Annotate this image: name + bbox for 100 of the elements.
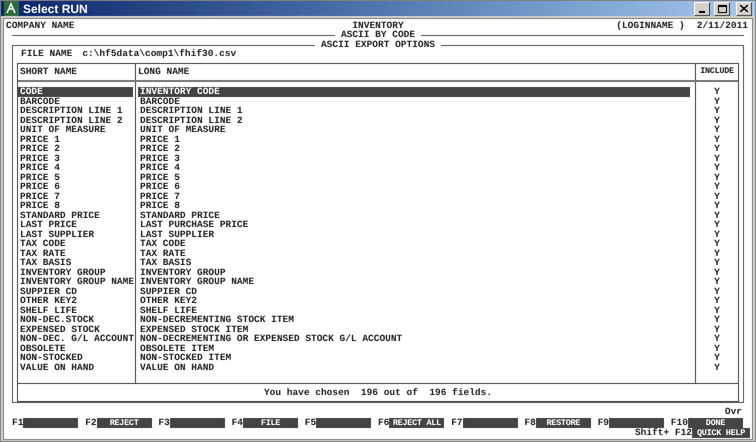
short-name-cell[interactable]: BARCODE	[18, 96, 133, 106]
include-cell: Y	[714, 201, 720, 210]
include-cell: Y	[714, 230, 720, 239]
column-header: INCLUDE	[699, 65, 735, 78]
short-name-cell[interactable]: PRICE 1	[18, 134, 133, 144]
short-name-cell[interactable]: SUPPIER CD	[18, 286, 133, 296]
long-name-cell[interactable]: INVENTORY CODE	[138, 87, 690, 96]
summary-text: You have chosen 196 out of 196 fields.	[264, 388, 492, 398]
function-key-button[interactable]: DONE	[688, 418, 743, 428]
short-name-cell[interactable]: PRICE 2	[18, 144, 133, 154]
short-name-cell[interactable]: CODE	[18, 87, 133, 96]
short-name-cell[interactable]: INVENTORY GROUP	[18, 268, 133, 277]
include-cell: Y	[714, 248, 720, 258]
include-cell: Y	[714, 239, 720, 248]
function-key-label: F2	[85, 418, 97, 428]
long-name-cell[interactable]: LAST SUPPLIER	[138, 230, 690, 239]
short-name-cell[interactable]: UNIT OF MEASURE	[18, 125, 133, 134]
short-name-cell[interactable]: NON-DEC.STOCK	[18, 315, 133, 324]
function-key-button[interactable]	[462, 418, 518, 428]
short-name-cell[interactable]: PRICE 8	[18, 201, 133, 210]
short-name-cell[interactable]: LAST PRICE	[18, 220, 133, 230]
short-name-cell[interactable]: PRICE 4	[18, 163, 133, 172]
function-key-button[interactable]	[170, 418, 225, 428]
long-name-cell[interactable]: TAX BASIS	[138, 258, 690, 268]
function-key-label: F4	[232, 418, 243, 428]
long-name-cell[interactable]: EXPENSED STOCK ITEM	[138, 324, 690, 334]
long-name-cell[interactable]: DESCRIPTION LINE 1	[138, 106, 690, 116]
short-name-cell[interactable]: EXPENSED STOCK	[18, 324, 133, 334]
short-name-cell[interactable]: STANDARD PRICE	[18, 210, 133, 220]
include-cell: Y	[714, 125, 720, 134]
long-name-cell[interactable]: TAX RATE	[138, 248, 690, 258]
short-name-cell[interactable]: NON-STOCKED	[18, 353, 133, 362]
short-name-cell[interactable]: NON-DEC. G/L ACCOUNT	[18, 334, 133, 344]
short-name-cell[interactable]: INVENTORY GROUP NAME	[18, 277, 133, 286]
long-name-cell[interactable]: PRICE 3	[138, 154, 690, 163]
insert-mode-indicator: Ovr	[724, 407, 742, 417]
long-name-cell[interactable]: UNIT OF MEASURE	[138, 125, 690, 134]
minimize-button[interactable]	[694, 2, 710, 16]
short-name-cell[interactable]: OBSOLETE	[18, 344, 133, 353]
function-key-button[interactable]	[316, 418, 372, 428]
long-name-cell[interactable]: PRICE 6	[138, 182, 690, 192]
long-name-cell[interactable]: NON-STOCKED ITEM	[138, 353, 690, 362]
long-name-cell[interactable]: PRICE 8	[138, 201, 690, 210]
include-cell: Y	[714, 324, 720, 334]
short-name-cell[interactable]: TAX BASIS	[18, 258, 133, 268]
include-cell: Y	[714, 296, 720, 306]
short-name-cell[interactable]: PRICE 3	[18, 154, 133, 163]
login-name: (LOGINNAME )	[616, 20, 685, 30]
include-cell: Y	[714, 306, 720, 315]
maximize-button[interactable]	[714, 2, 730, 16]
include-cell: Y	[714, 87, 720, 96]
short-name-cell[interactable]: DESCRIPTION LINE 2	[18, 116, 133, 125]
long-name-cell[interactable]: PRICE 7	[138, 192, 690, 201]
long-name-cell[interactable]: PRICE 2	[138, 144, 690, 154]
column-header: SHORT NAME	[18, 64, 136, 80]
long-name-cell[interactable]: OBSOLETE ITEM	[138, 344, 690, 353]
long-name-cell[interactable]: VALUE ON HAND	[138, 362, 690, 372]
short-name-cell[interactable]: VALUE ON HAND	[18, 362, 133, 372]
include-cell: Y	[714, 353, 720, 362]
long-name-cell[interactable]: LAST PURCHASE PRICE	[138, 220, 690, 230]
short-name-cell[interactable]: LAST SUPPLIER	[18, 230, 133, 239]
short-name-cell[interactable]: TAX CODE	[18, 239, 133, 248]
function-key-button[interactable]: RESTORE	[536, 418, 591, 428]
short-name-cell[interactable]: SHELF LIFE	[18, 306, 133, 315]
long-name-cell[interactable]: SHELF LIFE	[138, 306, 690, 315]
function-key-button[interactable]: FILE	[243, 418, 298, 428]
function-key-button[interactable]: REJECT ALL	[389, 418, 444, 428]
function-key-button[interactable]: REJECT	[96, 418, 152, 428]
short-name-cell[interactable]: OTHER KEY2	[18, 296, 133, 306]
column-header: LONG NAME	[136, 64, 696, 80]
long-name-cell[interactable]: PRICE 5	[138, 172, 690, 182]
short-name-cell[interactable]: PRICE 5	[18, 172, 133, 182]
long-name-cell[interactable]: STANDARD PRICE	[138, 210, 690, 220]
function-key-button[interactable]	[23, 418, 78, 428]
window-title: Select RUN	[23, 2, 88, 14]
long-name-cell[interactable]: NON-DECREMENTING OR EXPENSED STOCK G/L ACCOUNT	[138, 334, 690, 344]
short-name-cell[interactable]: PRICE 7	[18, 192, 133, 201]
include-cell: Y	[714, 116, 720, 125]
long-name-cell[interactable]: OTHER KEY2	[138, 296, 690, 306]
long-name-cell[interactable]: NON-DECREMENTING STOCK ITEM	[138, 315, 690, 324]
short-name-cell[interactable]: TAX RATE	[18, 248, 133, 258]
short-name-cell[interactable]: PRICE 6	[18, 182, 133, 192]
include-cell: Y	[714, 344, 720, 353]
long-name-cell[interactable]: TAX CODE	[138, 239, 690, 248]
file-name-value: c:\hf5data\comp1\fhif30.csv	[82, 49, 236, 59]
date-text: 2/11/2011	[696, 20, 748, 30]
include-cell: Y	[714, 134, 720, 144]
function-key-label: Shift+ F12	[634, 428, 692, 439]
long-name-cell[interactable]: PRICE 4	[138, 163, 690, 172]
long-name-cell[interactable]: BARCODE	[138, 96, 690, 106]
short-name-cell[interactable]: DESCRIPTION LINE 1	[18, 106, 133, 116]
function-key-button[interactable]: QUICK HELP	[692, 428, 750, 438]
long-name-cell[interactable]: PRICE 1	[138, 134, 690, 144]
close-button[interactable]	[736, 2, 752, 16]
long-name-cell[interactable]: DESCRIPTION LINE 2	[138, 116, 690, 125]
long-name-cell[interactable]: INVENTORY GROUP	[138, 268, 690, 277]
long-name-cell[interactable]: INVENTORY GROUP NAME	[138, 277, 690, 286]
function-key-button[interactable]	[609, 418, 664, 428]
include-cell: Y	[714, 96, 720, 106]
long-name-cell[interactable]: SUPPIER CD	[138, 286, 690, 296]
